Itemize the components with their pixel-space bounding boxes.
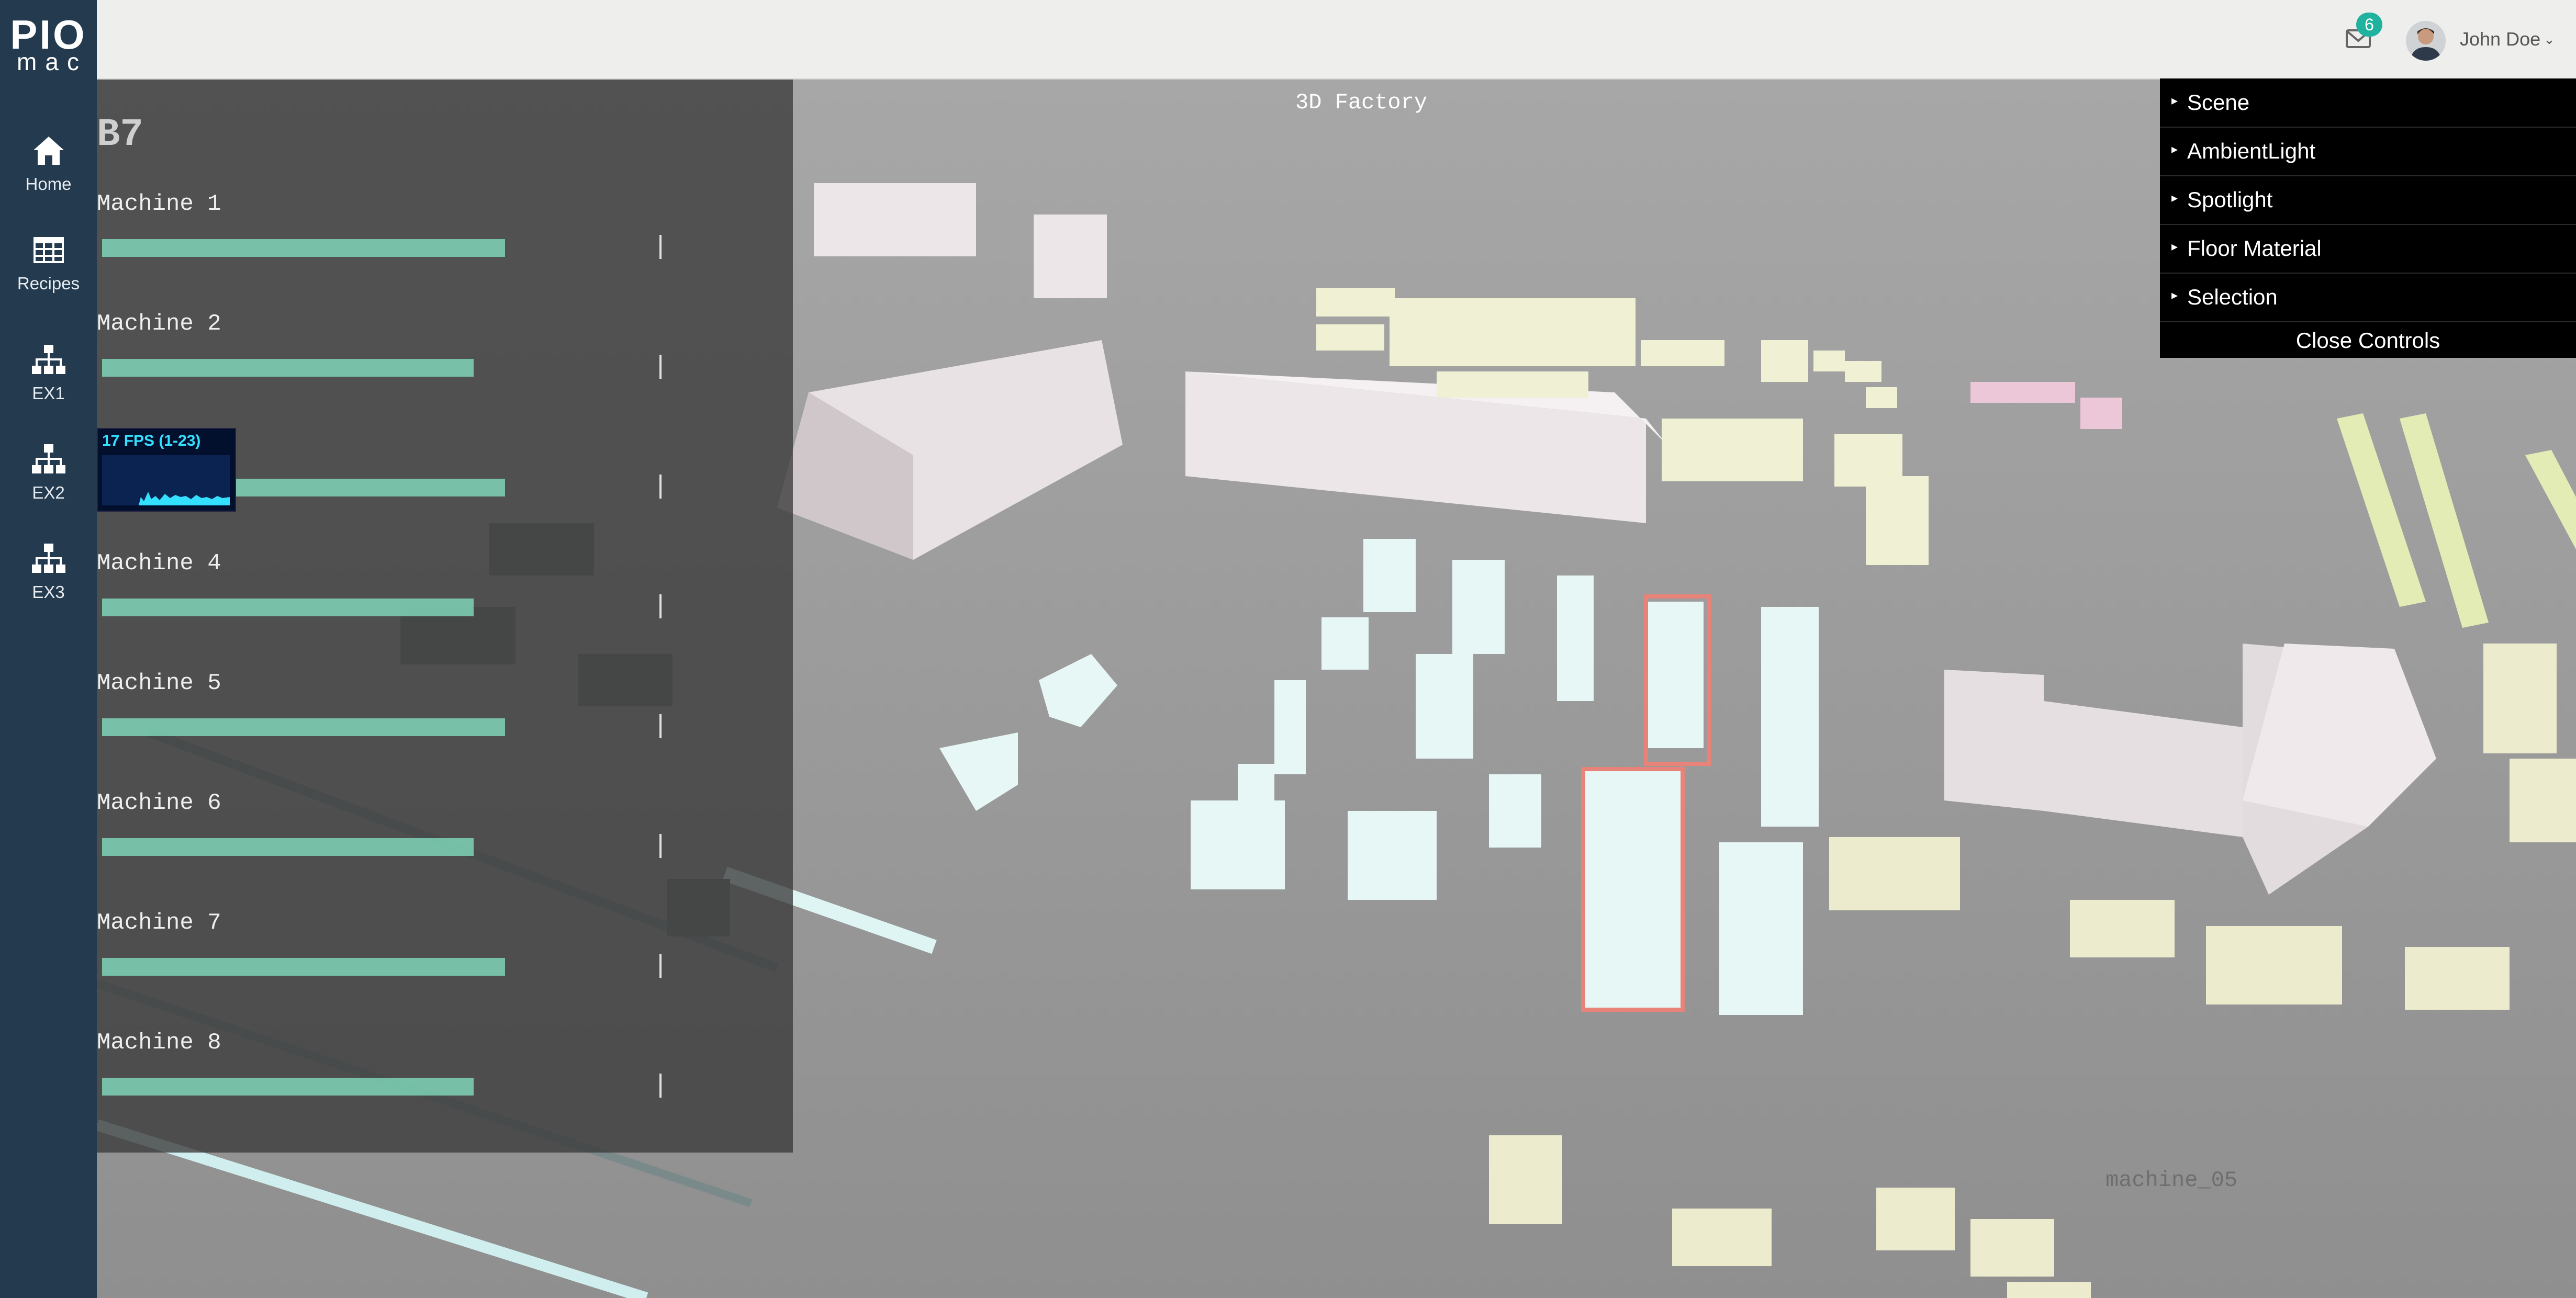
- control-label: Scene: [2187, 90, 2250, 115]
- fps-meter[interactable]: 17 FPS (1-23): [97, 428, 236, 512]
- sidebar-item-label: EX2: [32, 483, 65, 502]
- chevron-down-icon[interactable]: ⌄: [2544, 31, 2555, 48]
- machine-level-bar: [102, 239, 505, 257]
- home-icon: [33, 137, 64, 165]
- sidebar-item-home[interactable]: Home: [0, 133, 97, 222]
- machine-row[interactable]: Machine 7: [97, 910, 793, 1030]
- logo-line2: mac: [17, 48, 87, 75]
- hover-machine-label: machine_05: [2105, 1168, 2238, 1193]
- close-controls-button[interactable]: Close Controls: [2160, 321, 2576, 359]
- sitemap-icon: [32, 444, 65, 473]
- machine-level-bar: [102, 1078, 474, 1096]
- top-bar: [97, 0, 2576, 80]
- caret-right-icon: ▸: [2171, 240, 2178, 254]
- app-logo[interactable]: PIO mac: [0, 0, 97, 78]
- machine-row[interactable]: Machine 8: [97, 1030, 793, 1149]
- machine-row[interactable]: Machine 2: [97, 311, 793, 431]
- machine-row[interactable]: Machine 4: [97, 550, 793, 670]
- machine-label: Machine 8: [97, 1030, 221, 1056]
- machine-label: Machine 5: [97, 670, 221, 696]
- sidebar-item-label: EX1: [32, 383, 65, 403]
- sidebar: PIO mac Home Recipes EX1 EX2 EX3: [0, 0, 97, 1298]
- machine-panel: B7 Machine 1 Machine 2 Machine 4 Machine…: [97, 78, 793, 1153]
- machine-row[interactable]: Machine 6: [97, 790, 793, 910]
- machine-label: Machine 6: [97, 790, 221, 816]
- machine-level-bar: [102, 958, 505, 976]
- machine-threshold-tick: [659, 475, 662, 499]
- notification-badge[interactable]: 6: [2356, 13, 2382, 37]
- caret-right-icon: ▸: [2171, 288, 2178, 302]
- sitemap-icon: [32, 544, 65, 573]
- sidebar-item-label: EX3: [32, 582, 65, 602]
- control-scene[interactable]: ▸ Scene: [2160, 78, 2576, 128]
- machine-threshold-tick: [659, 355, 662, 379]
- machine-label: Machine 2: [97, 311, 221, 337]
- fps-graph: [102, 455, 230, 505]
- sidebar-item-ex3[interactable]: EX3: [0, 541, 97, 630]
- sidebar-item-label: Recipes: [17, 274, 80, 293]
- control-floor-material[interactable]: ▸ Floor Material: [2160, 224, 2576, 274]
- table-icon: [33, 237, 64, 263]
- machine-threshold-tick: [659, 1074, 662, 1098]
- caret-right-icon: ▸: [2171, 94, 2178, 108]
- machine-row[interactable]: Machine 5: [97, 670, 793, 790]
- panel-title: B7: [97, 113, 143, 157]
- fps-label: 17 FPS (1-23): [102, 432, 201, 449]
- sidebar-item-ex2[interactable]: EX2: [0, 442, 97, 531]
- controls-panel: ▸ Scene ▸ AmbientLight ▸ Spotlight ▸ Flo…: [2160, 78, 2576, 358]
- machine-label: Machine 7: [97, 910, 221, 936]
- machine-threshold-tick: [659, 954, 662, 978]
- machine-threshold-tick: [659, 714, 662, 738]
- control-label: Floor Material: [2187, 236, 2322, 261]
- user-avatar-icon: [2406, 21, 2446, 61]
- machine-row[interactable]: Machine 1: [97, 191, 793, 311]
- machine-level-bar: [102, 718, 505, 736]
- machine-threshold-tick: [659, 235, 662, 259]
- sidebar-item-label: Home: [25, 174, 72, 194]
- control-spotlight[interactable]: ▸ Spotlight: [2160, 176, 2576, 225]
- control-label: Selection: [2187, 285, 2278, 309]
- caret-right-icon: ▸: [2171, 142, 2178, 156]
- control-selection[interactable]: ▸ Selection: [2160, 273, 2576, 322]
- caret-right-icon: ▸: [2171, 191, 2178, 205]
- scene-title: 3D Factory: [1295, 90, 1428, 115]
- machine-threshold-tick: [659, 594, 662, 618]
- control-label: Spotlight: [2187, 187, 2273, 212]
- machine-level-bar: [102, 838, 474, 856]
- machine-label: Machine 1: [97, 191, 221, 217]
- sitemap-icon: [32, 345, 65, 374]
- control-label: AmbientLight: [2187, 139, 2316, 163]
- machine-threshold-tick: [659, 834, 662, 858]
- user-name[interactable]: John Doe: [2460, 28, 2540, 50]
- machine-label: Machine 4: [97, 550, 221, 577]
- control-ambient-light[interactable]: ▸ AmbientLight: [2160, 127, 2576, 176]
- machine-level-bar: [102, 599, 474, 616]
- machine-level-bar: [102, 359, 474, 377]
- avatar[interactable]: [2406, 21, 2446, 61]
- sidebar-item-recipes[interactable]: Recipes: [0, 233, 97, 322]
- sidebar-item-ex1[interactable]: EX1: [0, 343, 97, 432]
